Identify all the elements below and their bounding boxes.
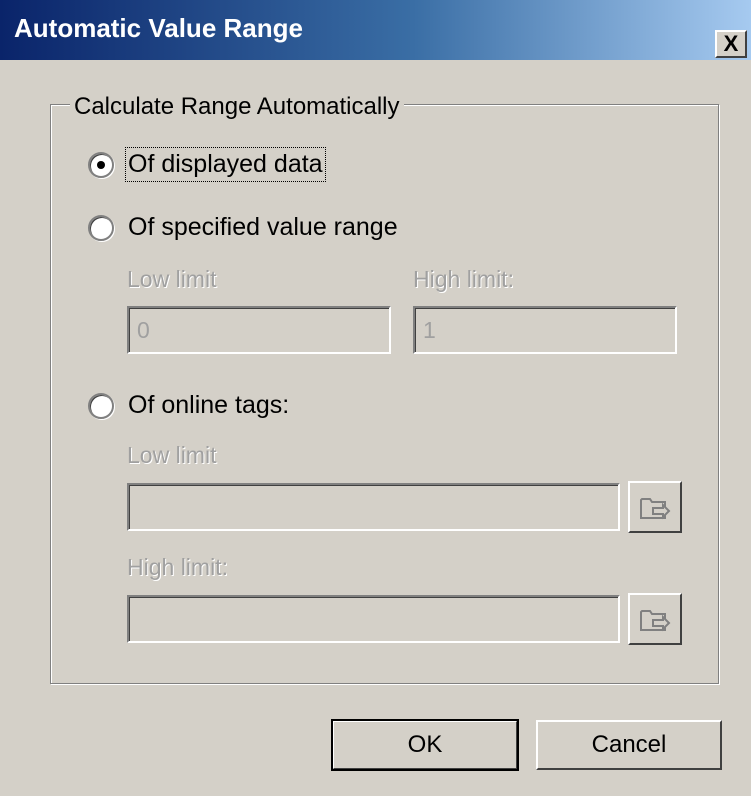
radio-online-tags[interactable]: Of online tags: [88,391,289,420]
radio-label-specified-value-range: Of specified value range [128,213,398,241]
online-tags-high-input[interactable] [127,595,620,643]
radio-button-icon[interactable] [88,151,114,178]
radio-label-online-tags: Of online tags: [128,391,290,419]
online-tags-high-label: High limit: [127,554,228,580]
radio-button-icon[interactable] [88,392,114,419]
value-range-high-input[interactable]: 1 [413,306,677,354]
folder-browse-icon [640,498,671,520]
radio-label-displayed-data: Of displayed data [125,147,326,182]
browse-low-tag-button[interactable] [628,481,682,533]
folder-browse-icon [640,610,671,632]
radio-displayed-data[interactable]: Of displayed data [88,147,326,182]
window-title: Automatic Value Range [14,13,303,43]
radio-button-icon[interactable] [88,214,114,241]
online-tags-low-input[interactable] [127,483,620,531]
value-range-low-label: Low limit [127,266,217,292]
ok-button[interactable]: OK [331,719,519,771]
close-icon: X [723,31,739,56]
value-range-high-label: High limit: [413,266,514,292]
browse-high-tag-button[interactable] [628,593,682,645]
group-label: Calculate Range Automatically [70,93,404,121]
cancel-button[interactable]: Cancel [536,720,722,770]
radio-specified-value-range[interactable]: Of specified value range [88,213,398,242]
online-tags-low-label: Low limit [127,442,217,468]
close-button[interactable]: X [715,30,747,58]
title-bar: Automatic Value Range X [0,0,751,60]
value-range-low-input[interactable]: 0 [127,306,391,354]
